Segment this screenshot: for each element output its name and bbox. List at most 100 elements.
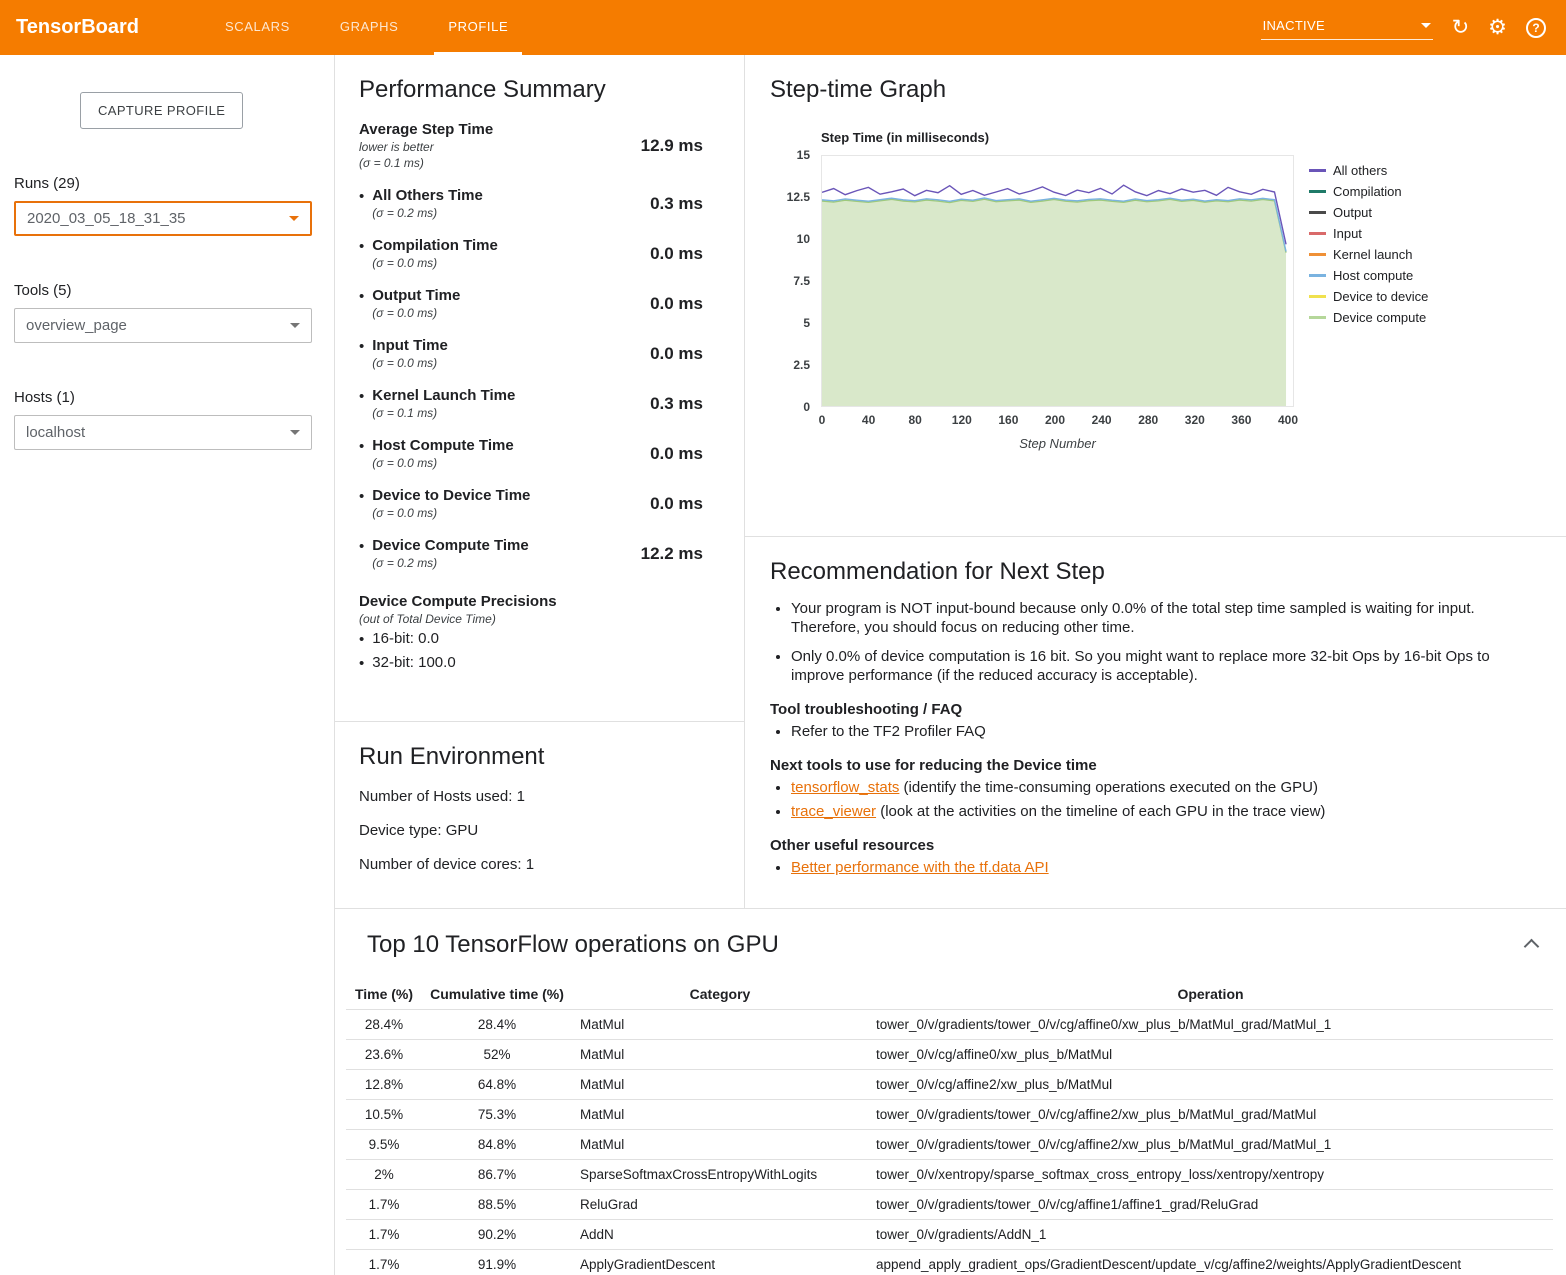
hosts-label: Hosts (1) <box>14 389 312 406</box>
y-tick-label: 0 <box>803 400 810 414</box>
capture-profile-button[interactable]: CAPTURE PROFILE <box>80 92 243 129</box>
bullet-icon: • <box>359 630 364 650</box>
legend-item: Host compute <box>1309 265 1428 286</box>
table-cell: ReluGrad <box>572 1190 868 1220</box>
recommendation-link[interactable]: trace_viewer <box>791 803 876 820</box>
table-cell: 1.7% <box>346 1190 422 1220</box>
runs-select[interactable]: 2020_03_05_18_31_35 <box>14 201 312 236</box>
table-cell: 1.7% <box>346 1220 422 1250</box>
gear-icon[interactable]: ⚙ <box>1488 17 1507 38</box>
performance-summary-title: Performance Summary <box>359 55 703 104</box>
table-cell: 84.8% <box>422 1130 572 1160</box>
table-cell: tower_0/v/gradients/tower_0/v/cg/affine0… <box>868 1010 1553 1040</box>
column-header: Category <box>572 980 868 1010</box>
x-tick-label: 360 <box>1231 413 1251 427</box>
table-cell: append_apply_gradient_ops/GradientDescen… <box>868 1250 1553 1275</box>
y-tick-label: 2.5 <box>793 358 810 372</box>
recommendation-title: Recommendation for Next Step <box>770 537 1534 586</box>
bullet-icon: • <box>359 654 364 674</box>
recommendation-item: tensorflow_stats (identify the time-cons… <box>791 778 1534 797</box>
legend-swatch <box>1309 169 1326 172</box>
help-icon[interactable]: ? <box>1526 18 1546 38</box>
hosts-select[interactable]: localhost <box>14 415 312 450</box>
recommendation-link[interactable]: tensorflow_stats <box>791 779 899 796</box>
tab-graphs[interactable]: GRAPHS <box>326 0 413 55</box>
bullet-icon: • <box>359 187 364 220</box>
table-cell: tower_0/v/gradients/tower_0/v/cg/affine1… <box>868 1190 1553 1220</box>
env-line: Number of Hosts used: 1 <box>359 788 720 805</box>
table-cell: 28.4% <box>422 1010 572 1040</box>
table-cell: 75.3% <box>422 1100 572 1130</box>
x-axis: 04080120160200240280320360400 <box>822 413 1293 429</box>
legend-item: Output <box>1309 202 1428 223</box>
env-line: Number of device cores: 1 <box>359 856 720 873</box>
legend-label: Compilation <box>1333 184 1402 199</box>
legend-swatch <box>1309 274 1326 277</box>
x-tick-label: 80 <box>909 413 922 427</box>
recommendation-bullet: Only 0.0% of device computation is 16 bi… <box>791 647 1534 685</box>
metric-label: Device Compute Time <box>372 537 528 554</box>
table-row: 9.5%84.8%MatMultower_0/v/gradients/tower… <box>346 1130 1553 1160</box>
table-cell: 12.8% <box>346 1070 422 1100</box>
table-cell: 9.5% <box>346 1130 422 1160</box>
metric-label: Host Compute Time <box>372 437 513 454</box>
metric-label: Compilation Time <box>372 237 498 254</box>
metric-row: •Output Time(σ = 0.0 ms)0.0 ms <box>359 287 703 320</box>
y-axis: 02.557.51012.515 <box>770 155 821 407</box>
bullet-icon: • <box>359 337 364 370</box>
table-cell: 52% <box>422 1040 572 1070</box>
status-select[interactable]: INACTIVE <box>1261 16 1433 40</box>
table-cell: tower_0/v/gradients/AddN_1 <box>868 1220 1553 1250</box>
legend-swatch <box>1309 295 1326 298</box>
bullet-icon: • <box>359 437 364 470</box>
table-cell: 28.4% <box>346 1010 422 1040</box>
metric-value: 0.0 ms <box>650 244 703 264</box>
tab-scalars[interactable]: SCALARS <box>211 0 304 55</box>
table-row: 2%86.7%SparseSoftmaxCrossEntropyWithLogi… <box>346 1160 1553 1190</box>
hosts-group: Hosts (1) localhost <box>14 389 312 450</box>
table-cell: 2% <box>346 1160 422 1190</box>
column-header: Cumulative time (%) <box>422 980 572 1010</box>
table-cell: 90.2% <box>422 1220 572 1250</box>
main-content: Performance Summary Average Step Time lo… <box>334 55 1566 1275</box>
top-ops-table: Time (%)Cumulative time (%)CategoryOpera… <box>346 980 1553 1275</box>
table-cell: tower_0/v/xentropy/sparse_softmax_cross_… <box>868 1160 1553 1190</box>
run-environment-title: Run Environment <box>359 722 720 771</box>
x-axis-label: Step Number <box>821 436 1294 451</box>
metric-value: 12.2 ms <box>641 544 703 564</box>
tools-select[interactable]: overview_page <box>14 308 312 343</box>
table-cell: MatMul <box>572 1040 868 1070</box>
metric-row: •Kernel Launch Time(σ = 0.1 ms)0.3 ms <box>359 387 703 420</box>
metric-label: Device to Device Time <box>372 487 530 504</box>
legend-label: Device to device <box>1333 289 1428 304</box>
legend-label: Host compute <box>1333 268 1413 283</box>
table-cell: MatMul <box>572 1010 868 1040</box>
column-header: Operation <box>868 980 1553 1010</box>
sidebar: CAPTURE PROFILE Runs (29) 2020_03_05_18_3… <box>0 55 334 1275</box>
legend-item: Input <box>1309 223 1428 244</box>
bullet-icon: • <box>359 287 364 320</box>
legend-label: Device compute <box>1333 310 1426 325</box>
metric-row: •Host Compute Time(σ = 0.0 ms)0.0 ms <box>359 437 703 470</box>
table-cell: MatMul <box>572 1100 868 1130</box>
tab-profile[interactable]: PROFILE <box>434 0 522 55</box>
runs-label: Runs (29) <box>14 175 312 192</box>
status-select-value: INACTIVE <box>1263 18 1325 33</box>
chart-legend: All othersCompilationOutputInputKernel l… <box>1309 155 1428 407</box>
legend-item: Kernel launch <box>1309 244 1428 265</box>
recommendation-link[interactable]: Better performance with the tf.data API <box>791 859 1049 876</box>
legend-item: Device compute <box>1309 307 1428 328</box>
table-cell: 23.6% <box>346 1040 422 1070</box>
recommendation-subheading: Tool troubleshooting / FAQ <box>770 701 1534 718</box>
table-row: 1.7%88.5%ReluGradtower_0/v/gradients/tow… <box>346 1190 1553 1220</box>
metric-sigma: (σ = 0.0 ms) <box>372 356 448 370</box>
env-line: Device type: GPU <box>359 822 720 839</box>
table-row: 23.6%52%MatMultower_0/v/cg/affine0/xw_pl… <box>346 1040 1553 1070</box>
refresh-icon[interactable]: ↻ <box>1452 17 1470 38</box>
metric-sigma: (σ = 0.0 ms) <box>372 306 460 320</box>
legend-item: Compilation <box>1309 181 1428 202</box>
table-cell: 1.7% <box>346 1250 422 1275</box>
metric-label: Input Time <box>372 337 448 354</box>
table-cell: AddN <box>572 1220 868 1250</box>
legend-swatch <box>1309 253 1326 256</box>
